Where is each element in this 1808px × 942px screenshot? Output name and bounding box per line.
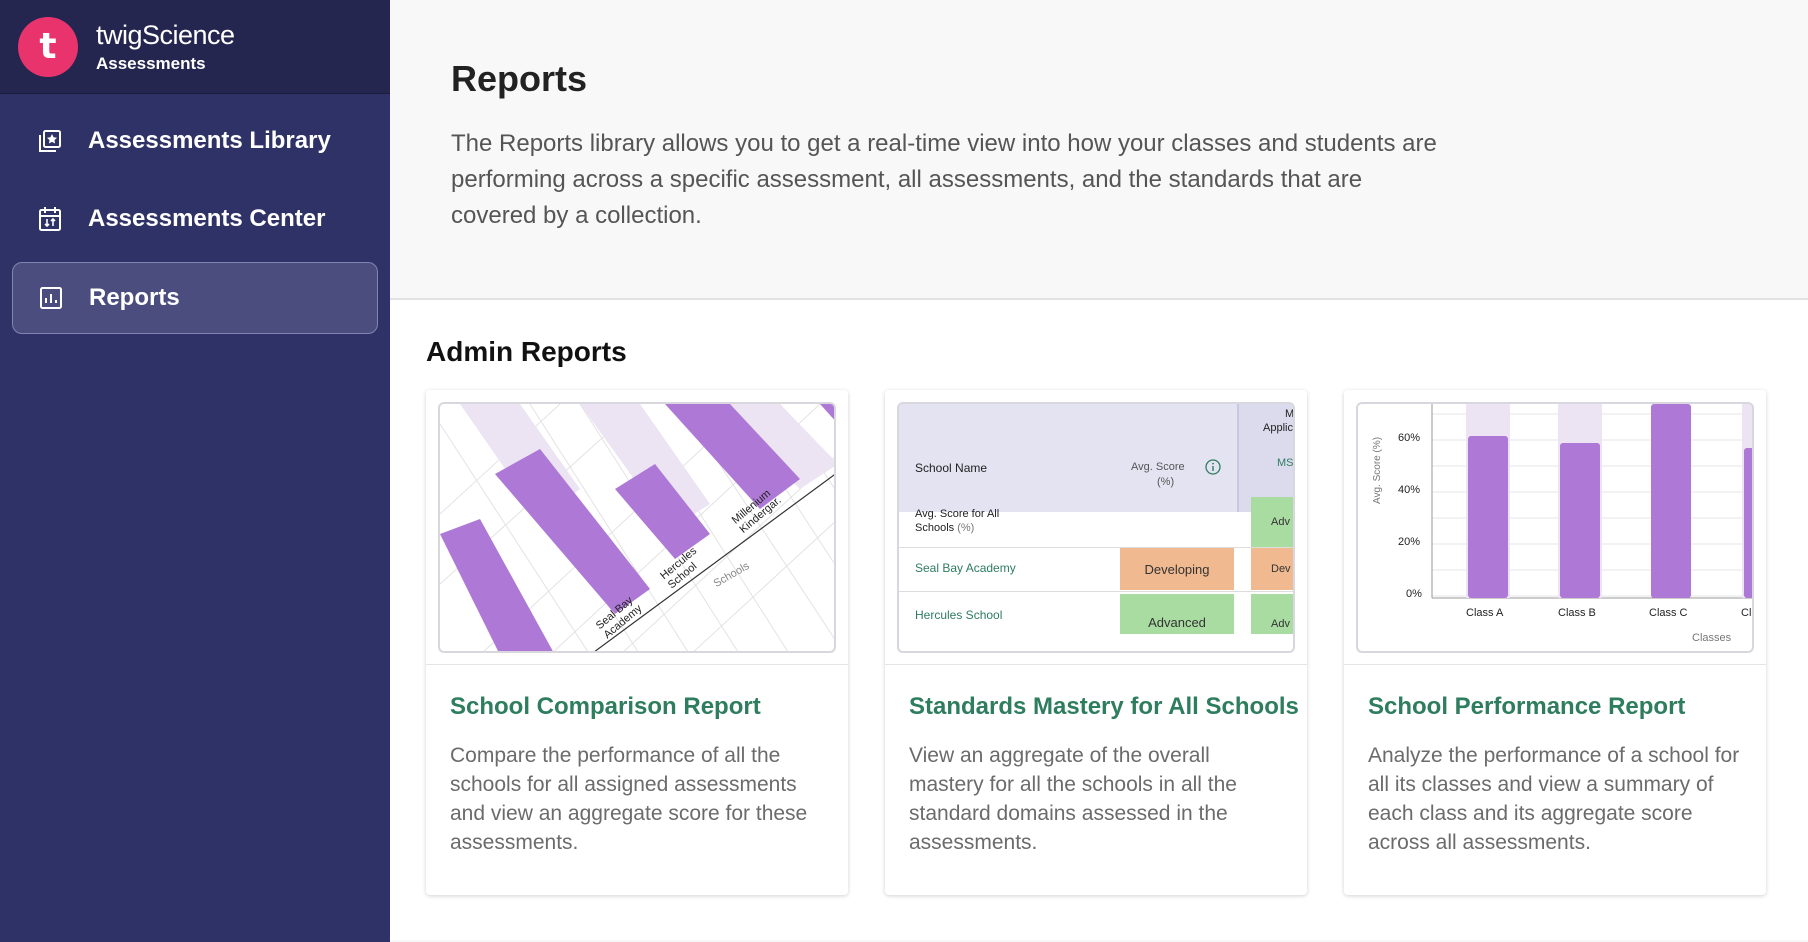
table-header	[899, 404, 1237, 512]
sidebar-item-assessments-center[interactable]: Assessments Center	[12, 183, 378, 255]
sidebar-item-label: Assessments Center	[88, 205, 326, 232]
sidebar-item-label: Assessments Library	[88, 127, 331, 154]
row-badge-extra: Adv	[1251, 594, 1293, 634]
page-title: Reports	[451, 58, 588, 99]
sidebar-item-assessments-library[interactable]: Assessments Library	[12, 105, 378, 177]
card-description: View an aggregate of the overall mastery…	[909, 744, 1237, 854]
sidebar-item-label: Reports	[89, 284, 180, 311]
col-extra-top: M	[1285, 408, 1295, 420]
report-card-standards-mastery[interactable]: School Name Avg. Score (%) M Applic MS A…	[885, 390, 1307, 895]
page-description: The Reports library allows you to get a …	[451, 130, 1437, 229]
report-cards: Seal Bay Academy Hercules School Milleni…	[426, 390, 1808, 900]
col-extra-sub: Applic	[1263, 422, 1293, 434]
library-icon	[36, 127, 64, 155]
ytick-40: 40%	[1398, 484, 1421, 496]
row-all-label-2: Schools (%)	[915, 522, 975, 534]
ytick-0: 0%	[1406, 588, 1422, 600]
row-all-label: Avg. Score for All	[915, 508, 1000, 520]
main-content: Reports The Reports library allows you t…	[390, 0, 1808, 942]
ytick-20: 20%	[1398, 536, 1421, 548]
row-school-seal-bay[interactable]: Seal Bay Academy	[915, 561, 1016, 575]
standards-mastery-preview-table: School Name Avg. Score (%) M Applic MS A…	[897, 402, 1295, 653]
col-extra-code: MS	[1277, 457, 1294, 469]
brand-header: t twigScience Assessments	[0, 0, 390, 94]
bar-class-d	[1744, 448, 1752, 598]
bar-class-c	[1651, 404, 1691, 598]
xtick-class-b: Class B	[1558, 607, 1596, 619]
row-badge-extra: Dev	[1251, 548, 1293, 590]
school-comparison-preview-chart: Seal Bay Academy Hercules School Milleni…	[438, 402, 836, 653]
card-preview: Seal Bay Academy Hercules School Milleni…	[426, 390, 848, 665]
card-title[interactable]: Standards Mastery for All Schools	[909, 693, 1307, 721]
card-preview: Avg. Score (%) 60% 40% 20% 0% Class A Cl…	[1344, 390, 1766, 665]
brand-text: twigScience Assessments	[96, 20, 235, 74]
row-badge-advanced: Advanced	[1120, 594, 1234, 634]
row-divider	[899, 591, 1293, 592]
col-school-name: School Name	[915, 461, 988, 475]
bar-class-a	[1468, 436, 1508, 598]
twig-logo[interactable]: t	[18, 16, 78, 77]
school-performance-preview-chart: Avg. Score (%) 60% 40% 20% 0% Class A Cl…	[1356, 402, 1754, 653]
card-title[interactable]: School Comparison Report	[450, 693, 848, 721]
chart-xlabel: Classes	[1692, 632, 1732, 644]
card-preview: School Name Avg. Score (%) M Applic MS A…	[885, 390, 1307, 665]
info-icon[interactable]	[1205, 459, 1221, 478]
xtick-class-c: Class C	[1649, 607, 1688, 619]
row-badge-developing: Developing	[1120, 548, 1234, 590]
report-icon	[37, 284, 65, 312]
card-title[interactable]: School Performance Report	[1368, 693, 1766, 721]
section-title: Admin Reports	[426, 336, 627, 367]
brand-subtitle: Assessments	[96, 53, 206, 73]
row-school-hercules[interactable]: Hercules School	[915, 608, 1002, 622]
col-avg-score: Avg. Score	[1131, 461, 1185, 473]
calendar-icon	[36, 205, 64, 233]
report-card-school-comparison[interactable]: Seal Bay Academy Hercules School Milleni…	[426, 390, 848, 895]
brand-name-suffix: Science	[142, 19, 235, 50]
report-card-school-performance[interactable]: Avg. Score (%) 60% 40% 20% 0% Class A Cl…	[1344, 390, 1766, 895]
xtick-class-a: Class A	[1466, 607, 1504, 619]
col-avg-score-unit: (%)	[1157, 476, 1175, 488]
bar-class-b	[1560, 443, 1600, 598]
brand-name: twigScience	[96, 20, 235, 50]
page-header: Reports The Reports library allows you t…	[390, 0, 1808, 300]
sidebar: t twigScience Assessments Assessments Li…	[0, 0, 390, 942]
row-divider	[899, 547, 1293, 548]
card-description: Compare the performance of all the schoo…	[450, 744, 808, 854]
row-all-badge: Adv	[1251, 497, 1293, 547]
chart-ylabel: Avg. Score (%)	[1372, 436, 1383, 504]
brand-name-prefix: twig	[96, 19, 143, 50]
ytick-60: 60%	[1398, 432, 1421, 444]
bar-seal-bay	[440, 519, 553, 651]
card-description: Analyze the performance of a school for …	[1368, 744, 1740, 854]
sidebar-item-reports[interactable]: Reports	[12, 262, 378, 334]
xtick-class-d: Cl	[1741, 607, 1752, 619]
reports-section: Admin Reports Seal Bay Academy Hercules …	[390, 300, 1808, 940]
